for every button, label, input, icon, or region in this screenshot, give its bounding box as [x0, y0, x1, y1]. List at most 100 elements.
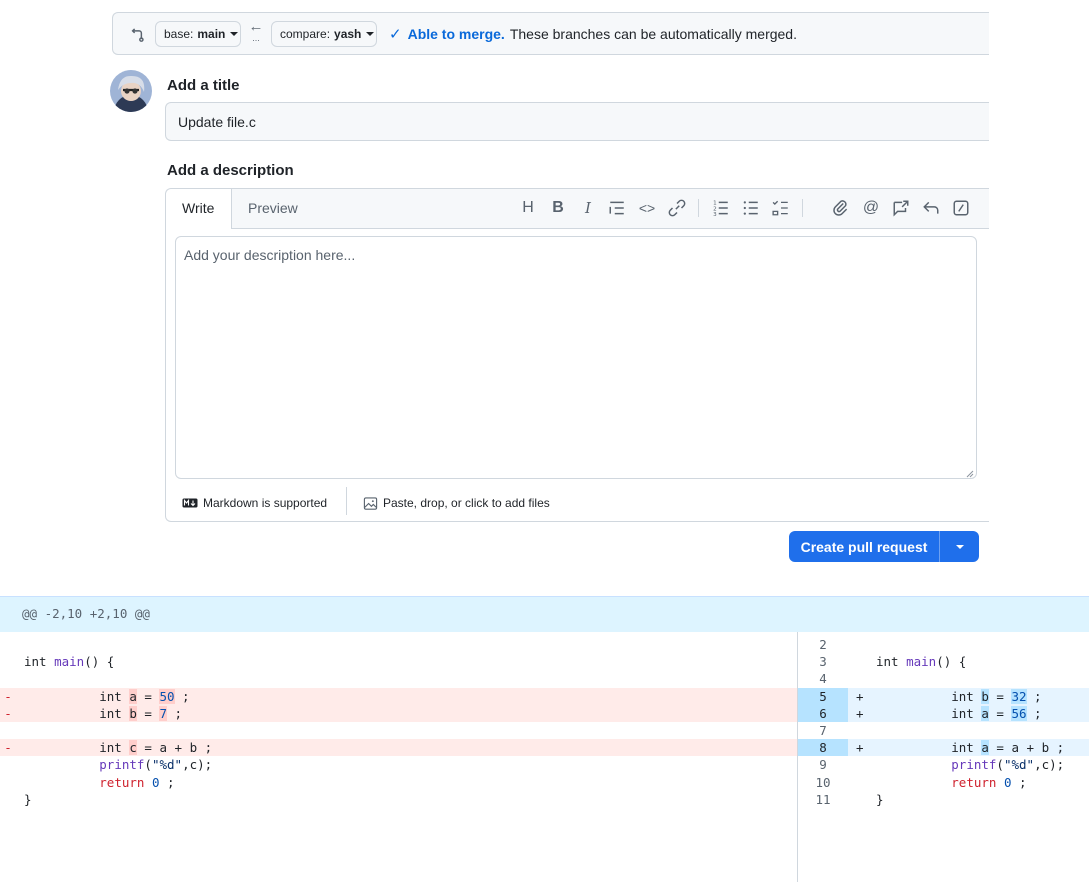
- markdown-supported-link[interactable]: Markdown is supported: [182, 485, 327, 521]
- compare-branches-icon: [131, 28, 144, 42]
- diff-left-row: [0, 636, 797, 653]
- diff-right-row: 11}: [798, 791, 1089, 808]
- deletion-marker: -: [4, 705, 12, 721]
- merge-status-strong: Able to merge.: [407, 25, 505, 42]
- diff-left-row: int main() {: [0, 653, 797, 670]
- diff-left-code: int c = a + b ;: [24, 740, 213, 756]
- diff-right-code: int b = 32 ;: [876, 688, 1042, 704]
- diff-left-row: [0, 722, 797, 739]
- create-pull-request-group: Create pull request: [789, 531, 979, 562]
- diff-right-code: int a = 56 ;: [876, 705, 1042, 721]
- svg-text:3: 3: [713, 212, 717, 217]
- diff-left-row: }: [0, 791, 797, 808]
- diff-right-row: 8 + int a = a + b ;: [798, 739, 1089, 757]
- description-label: Add a description: [167, 162, 294, 179]
- diff-left-row: printf("%d",c);: [0, 756, 797, 773]
- diff-left-row: - int b = 7 ;: [0, 704, 797, 722]
- diff-right-code: }: [876, 791, 884, 807]
- markdown-supported-text: Markdown is supported: [203, 496, 328, 510]
- diff-right-row: 4: [798, 670, 1089, 687]
- diff-left-code: int b = 7 ;: [24, 705, 183, 721]
- line-number[interactable]: 5: [798, 687, 848, 705]
- attach-files-button[interactable]: Paste, drop, or click to add files: [363, 485, 550, 521]
- hunk-header[interactable]: @@ -2,10 +2,10 @@: [0, 596, 1089, 632]
- quote-icon[interactable]: [608, 199, 626, 217]
- base-prefix: base:: [164, 27, 194, 41]
- diff-left-code: return 0 ;: [99, 774, 175, 790]
- merge-status: ✓ Able to merge. These branches can be a…: [389, 13, 797, 54]
- title-label: Add a title: [167, 77, 240, 94]
- merge-status-text: These branches can be automatically merg…: [509, 25, 797, 42]
- check-icon: ✓: [389, 25, 402, 43]
- diff-right-row: 5 + int b = 32 ;: [798, 687, 1089, 705]
- diff-left-row: - int c = a + b ;: [0, 739, 797, 757]
- line-number[interactable]: 11: [798, 791, 848, 808]
- arrow-left-icon: ←...: [248, 18, 264, 43]
- create-pull-request-button[interactable]: Create pull request: [789, 531, 939, 562]
- title-input[interactable]: [165, 102, 989, 141]
- line-number[interactable]: 9: [798, 756, 848, 773]
- editor-header: Write Preview H B I <> 123 @: [166, 189, 989, 229]
- diff-left-row: return 0 ;: [0, 774, 797, 791]
- toolbar-separator: [698, 199, 699, 217]
- deletion-marker: -: [4, 688, 12, 704]
- tab-preview[interactable]: Preview: [232, 189, 314, 228]
- attach-files-text: Paste, drop, or click to add files: [383, 496, 550, 510]
- line-number[interactable]: 10: [798, 774, 848, 791]
- chevron-down-icon: [366, 32, 375, 36]
- attach-icon[interactable]: [832, 199, 850, 217]
- markdown-icon: [182, 498, 198, 508]
- task-list-icon[interactable]: [772, 199, 790, 217]
- description-editor: Write Preview H B I <> 123 @ Markdown is…: [165, 188, 989, 522]
- italic-icon[interactable]: I: [579, 199, 597, 217]
- compare-bar: base: main ←... compare: yash ✓ Able to me…: [112, 12, 989, 55]
- numbered-list-icon[interactable]: 123: [712, 199, 730, 217]
- footer-separator: [346, 487, 347, 515]
- reference-icon[interactable]: [892, 199, 910, 217]
- diff-right-row: 9 printf("%d",c);: [798, 756, 1089, 773]
- diff-left-row: [0, 670, 797, 687]
- line-number[interactable]: 8: [798, 739, 848, 757]
- addition-marker: +: [856, 740, 864, 756]
- chevron-down-icon: [230, 32, 239, 36]
- image-icon: [363, 496, 378, 510]
- line-number[interactable]: 2: [798, 636, 848, 653]
- diff-right-code: int a = a + b ;: [876, 740, 1065, 756]
- compare-branch-name: yash: [334, 27, 362, 41]
- tab-write[interactable]: Write: [166, 189, 232, 229]
- diff-left-code: int a = 50 ;: [24, 688, 190, 704]
- compare-branch-select[interactable]: compare: yash: [271, 21, 377, 47]
- diff-right-row: 7: [798, 722, 1089, 739]
- bulleted-list-icon[interactable]: [742, 199, 760, 217]
- description-textarea[interactable]: [175, 236, 977, 479]
- base-branch-select[interactable]: base: main: [155, 21, 241, 47]
- diff-right-code: printf("%d",c);: [951, 757, 1065, 773]
- create-pull-request-dropdown[interactable]: [940, 531, 979, 562]
- toolbar-separator: [802, 199, 803, 217]
- avatar[interactable]: [110, 70, 152, 112]
- link-icon[interactable]: [668, 199, 686, 217]
- diff-view: @@ -2,10 +2,10 @@ int main() { - int a = …: [0, 596, 1089, 882]
- diff-right-code: return 0 ;: [951, 774, 1027, 790]
- code-icon[interactable]: <>: [638, 199, 656, 217]
- line-number[interactable]: 3: [798, 653, 848, 670]
- undo-icon[interactable]: [922, 199, 940, 217]
- line-number[interactable]: 4: [798, 670, 848, 687]
- diff-left-row: - int a = 50 ;: [0, 687, 797, 705]
- diff-right-code: int main() {: [876, 654, 967, 670]
- addition-marker: +: [856, 705, 864, 721]
- resize-grip-icon[interactable]: [966, 470, 974, 478]
- slash-command-icon[interactable]: [952, 199, 970, 217]
- line-number[interactable]: 6: [798, 704, 848, 722]
- bold-icon[interactable]: B: [549, 199, 567, 217]
- diff-right-row: 2: [798, 636, 1089, 653]
- line-number[interactable]: 7: [798, 722, 848, 739]
- addition-marker: +: [856, 688, 864, 704]
- heading-icon[interactable]: H: [519, 199, 537, 217]
- chevron-down-icon: [955, 544, 964, 549]
- mention-icon[interactable]: @: [862, 199, 880, 217]
- diff-left-code: int main() {: [24, 654, 115, 670]
- deletion-marker: -: [4, 740, 12, 756]
- diff-left-code: }: [24, 791, 32, 807]
- base-branch-name: main: [197, 27, 226, 41]
